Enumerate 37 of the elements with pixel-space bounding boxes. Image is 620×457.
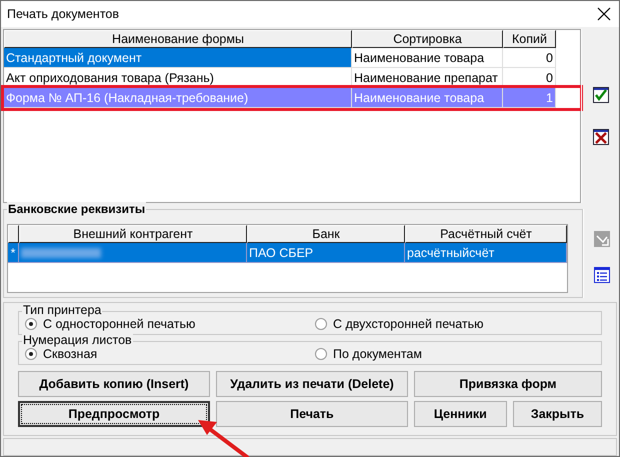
table-cell: 0	[503, 48, 556, 68]
radio-button[interactable]: Сквозная	[25, 347, 315, 362]
button[interactable]: Предпросмотр	[18, 401, 210, 428]
radio-button[interactable]: С односторонней печатью	[25, 317, 315, 332]
annotation-arrow	[198, 420, 249, 457]
column-header[interactable]: Сортировка	[352, 30, 503, 48]
table-row[interactable]: * ПАО СБЕР расчётныйсчёт	[8, 242, 567, 263]
button[interactable]: Добавить копию (Insert)	[18, 371, 210, 398]
table-cell: Наименование товара	[352, 48, 503, 68]
column-header[interactable]: Копий	[503, 30, 556, 48]
table-row[interactable]: Стандартный документ Наименование товара 0	[4, 48, 580, 68]
checkbox-cross-icon[interactable]	[592, 129, 608, 146]
table-cell: ПАО СБЕР	[249, 246, 314, 260]
checkbox-tick-icon[interactable]	[592, 87, 608, 104]
group-title: Нумерация листов	[22, 333, 133, 348]
button[interactable]: Удалить из печати (Delete)	[216, 371, 408, 398]
table-cell: 1	[503, 88, 556, 108]
table-cell: Форма № АП-16 (Накладная-требование)	[4, 88, 352, 108]
table-cell: расчётныйсчёт	[407, 246, 494, 260]
button[interactable]: Печать	[216, 401, 408, 428]
list-icon[interactable]	[594, 266, 610, 283]
close-icon[interactable]	[597, 7, 611, 22]
column-header[interactable]: Банк	[247, 224, 405, 243]
column-header[interactable]: Расчётный счёт	[405, 224, 567, 243]
table-cell: Стандартный документ	[4, 48, 352, 68]
button[interactable]: Закрыть	[512, 401, 602, 428]
column-header[interactable]: Наименование формы	[4, 30, 352, 48]
group-title: Банковские реквизиты	[7, 202, 146, 216]
table-cell: Наименование товара	[352, 88, 503, 108]
radio-button[interactable]: С двухсторонней печатью	[315, 317, 595, 332]
group-title: Тип принтера	[22, 303, 102, 318]
row-marker: *	[8, 242, 19, 263]
button[interactable]: Привязка форм	[414, 371, 602, 398]
column-header[interactable]: Внешний контрагент	[19, 224, 247, 243]
window-title: Печать документов	[7, 7, 120, 22]
button[interactable]: Ценники	[414, 401, 507, 428]
radio-button[interactable]: По документам	[315, 347, 595, 362]
